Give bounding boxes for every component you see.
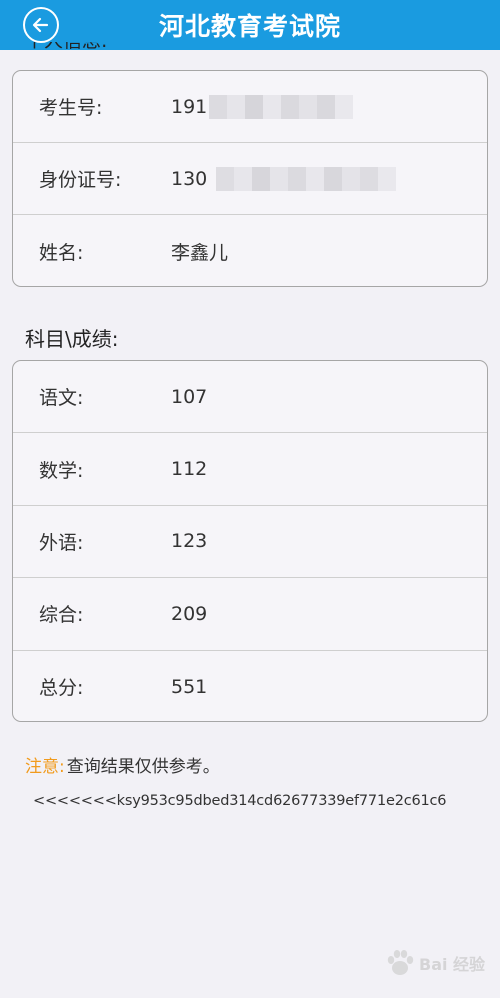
- score-value: 107: [171, 385, 208, 408]
- name-label: 姓名:: [39, 238, 135, 265]
- subject-label-text: 综合:: [39, 604, 84, 627]
- score-row-math: 数学: 112: [13, 433, 487, 506]
- subject-label-text: 外语:: [39, 531, 84, 554]
- subject-label-text: 总分:: [39, 677, 84, 700]
- scores-card: 语文: 107 数学: 112 外语: 123 综合: 209 总分: 551: [12, 360, 488, 722]
- score-row-chinese: 语文: 107: [13, 361, 487, 434]
- back-button[interactable]: [23, 7, 59, 43]
- subject-label-text: 语文:: [39, 387, 84, 410]
- score-row-foreign-language: 外语: 123: [13, 506, 487, 579]
- score-value: 112: [171, 458, 208, 481]
- watermark-text: Bai 经验: [419, 955, 486, 974]
- note-label: 注意:: [25, 757, 65, 777]
- personal-info-title: 个人信息:: [25, 42, 107, 58]
- score-value: 209: [171, 602, 208, 625]
- scores-section-title: 科目\成绩:: [25, 327, 119, 351]
- disclaimer-note: 注意: 查询结果仅供参考。: [25, 752, 220, 777]
- redacted-mosaic: [216, 166, 396, 191]
- id-number-value: 130: [171, 167, 208, 190]
- id-number-label: 身份证号:: [39, 165, 135, 192]
- subject-label: 数学:: [39, 456, 135, 483]
- subject-label: 综合:: [39, 600, 135, 627]
- subject-label-text: 数学:: [39, 459, 84, 482]
- exam-number-label-text: 考生号:: [39, 97, 103, 119]
- exam-number-label: 考生号:: [39, 93, 135, 120]
- note-text: 查询结果仅供参考。: [66, 757, 220, 777]
- subject-label: 总分:: [39, 673, 135, 700]
- row-name: 姓名: 李鑫儿: [13, 215, 487, 286]
- name-label-text: 姓名:: [39, 241, 84, 264]
- baidu-watermark: Bai 经验: [383, 945, 488, 981]
- row-id-number: 身份证号: 130: [13, 143, 487, 215]
- score-value: 123: [171, 530, 208, 553]
- exam-number-value: 191: [171, 95, 208, 118]
- subject-label: 外语:: [39, 528, 135, 555]
- score-row-total: 总分: 551: [13, 651, 487, 721]
- name-value: 李鑫儿: [171, 241, 229, 264]
- id-number-label-text: 身份证号:: [39, 169, 122, 191]
- score-value: 551: [171, 675, 208, 698]
- personal-info-card: 考生号: 191 身份证号: 130 姓名: 李鑫儿: [12, 70, 488, 287]
- row-exam-number: 考生号: 191: [13, 71, 487, 143]
- verification-code: <<<<<<<ksy953c95dbed314cd62677339ef771e2…: [33, 793, 447, 809]
- score-row-comprehensive: 综合: 209: [13, 578, 487, 651]
- page-title: 河北教育考试院: [158, 12, 341, 41]
- subject-label: 语文:: [39, 383, 135, 410]
- redacted-mosaic: [209, 94, 353, 119]
- arrow-left-circle-icon: [32, 17, 49, 33]
- baidu-paw-icon: [387, 950, 414, 975]
